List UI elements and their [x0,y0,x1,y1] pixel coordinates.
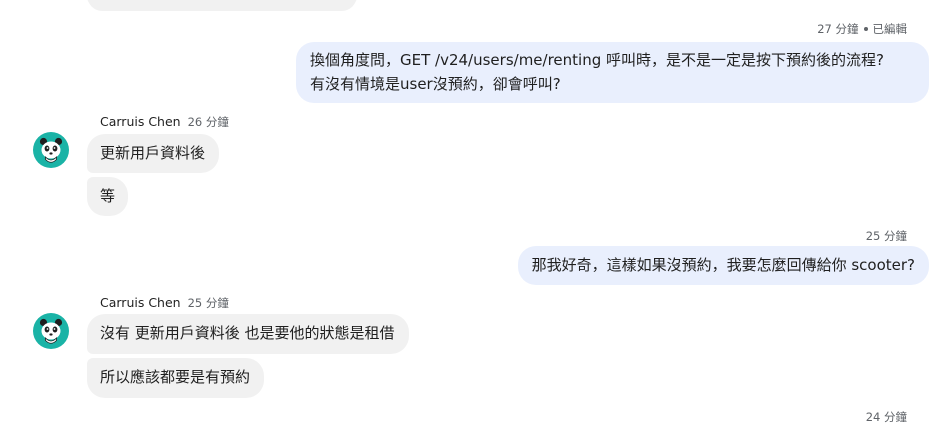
sender-header: Carruis Chen 26 分鐘 [100,114,229,130]
message-text: 更新用戶資料後 [100,144,206,162]
sender-header: Carruis Chen 25 分鐘 [100,295,229,311]
message-time: 24 分鐘 [865,410,907,424]
message-text: 沒有 更新用戶資料後 也是要他的狀態是租借 [100,324,395,342]
message-time: 25 分鐘 [865,229,907,243]
sender-name[interactable]: Carruis Chen [100,295,181,310]
message-meta: 25 分鐘 [866,228,907,244]
outgoing-message-bubble[interactable]: 換個角度問，GET /v24/users/me/renting 呼叫時，是不是一… [296,42,929,103]
message-text-line: 有沒有情境是user沒預約，卻會呼叫? [310,75,561,93]
message-time: 27 分鐘 [817,22,859,36]
message-text: 那我好奇，這樣如果沒預約，我要怎麼回傳給你 scooter? [531,256,915,274]
chat-thread: 27 分鐘 已編輯 換個角度問，GET /v24/users/me/renting… [0,0,945,424]
incoming-message-bubble[interactable]: 所以應該都要是有預約 [87,358,265,398]
separator-dot-icon [863,26,868,31]
previous-message-bubble[interactable] [87,0,357,11]
panda-avatar-icon[interactable] [33,313,69,349]
message-text-line: 換個角度問，GET /v24/users/me/renting 呼叫時，是不是一… [310,51,884,69]
panda-avatar-icon[interactable] [33,132,69,168]
edited-label: 已編輯 [872,22,908,36]
message-meta: 24 分鐘 [866,409,907,425]
message-meta: 27 分鐘 已編輯 [817,21,907,37]
incoming-message-bubble[interactable]: 沒有 更新用戶資料後 也是要他的狀態是租借 [87,314,409,354]
sender-name[interactable]: Carruis Chen [100,114,181,129]
message-text: 等 [100,187,116,205]
outgoing-message-bubble[interactable]: 那我好奇，這樣如果沒預約，我要怎麼回傳給你 scooter? [517,246,929,285]
message-text: 所以應該都要是有預約 [100,368,251,386]
message-time: 26 分鐘 [187,115,229,129]
incoming-message-bubble[interactable]: 等 [87,177,129,216]
incoming-message-bubble[interactable]: 更新用戶資料後 [87,134,220,173]
message-time: 25 分鐘 [187,296,229,310]
